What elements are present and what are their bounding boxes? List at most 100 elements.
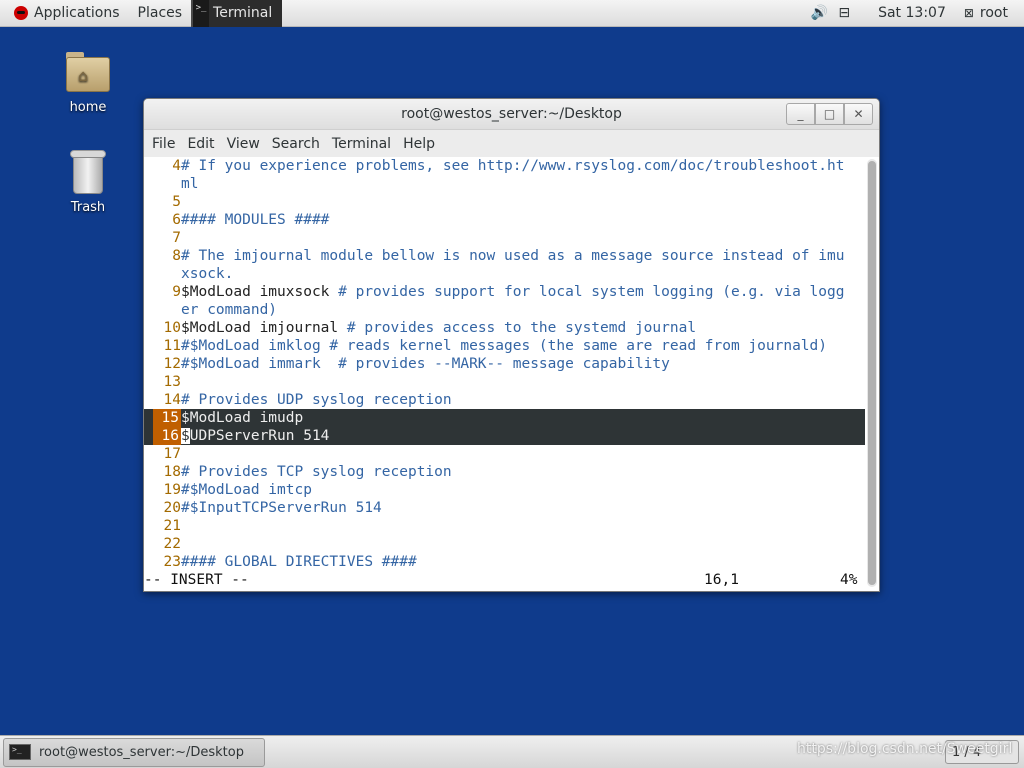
editor-line: 4 # If you experience problems, see http:…	[144, 157, 865, 175]
cursor-line-rest: UDPServerRun 514	[189, 428, 330, 444]
clock-label: Sat 13:07	[878, 5, 946, 21]
editor-line: 23 #### GLOBAL DIRECTIVES ####	[144, 553, 865, 571]
line-number: 9	[172, 284, 181, 300]
menu-view[interactable]: View	[221, 136, 266, 152]
line-text: $ModLoad imjournal # provides access to …	[181, 319, 696, 337]
line-number: 14	[163, 392, 181, 408]
redhat-logo-icon	[14, 6, 28, 20]
taskbar-terminal-button[interactable]: >_ root@westos_server:~/Desktop	[3, 737, 265, 767]
line-text: # Provides TCP syslog reception	[181, 464, 452, 480]
places-menu[interactable]: Places	[129, 0, 192, 27]
terminal-icon: >_	[191, 0, 210, 27]
taskbar-window-label: root@westos_server:~/Desktop	[39, 744, 244, 760]
line-text: # The imjournal module bellow is now use…	[181, 248, 845, 264]
line-number: 12	[163, 356, 181, 372]
menu-edit[interactable]: Edit	[181, 136, 220, 152]
line-number: 22	[163, 536, 181, 552]
line-text: # If you experience problems, see http:/…	[181, 158, 845, 174]
vim-scroll-percent: 4%	[840, 572, 858, 588]
volume-icon: 🔊	[810, 5, 829, 21]
minimize-button[interactable]: _	[786, 103, 815, 125]
network-icon: ⊟	[838, 5, 851, 21]
maximize-button[interactable]: □	[815, 103, 844, 125]
editor-line: 12 #$ModLoad immark # provides --MARK-- m…	[144, 355, 865, 373]
line-number: 4	[172, 158, 181, 174]
line-number: 17	[163, 446, 181, 462]
terminal-scrollbar[interactable]	[867, 159, 877, 587]
status-menu[interactable]: 🔊 ⊟	[802, 0, 869, 27]
line-text: xsock.	[181, 266, 234, 282]
editor-line: xsock.	[144, 265, 865, 283]
comment-segment: # provides support for local system logg…	[338, 284, 845, 300]
user-menu[interactable]: ⊠ root	[955, 0, 1024, 27]
close-button[interactable]: ✕	[844, 103, 873, 125]
window-titlebar[interactable]: root@westos_server:~/Desktop _ □ ✕	[144, 99, 879, 130]
line-number: 20	[163, 500, 181, 516]
home-folder-icon: ⌂	[66, 52, 110, 92]
editor-line: 7	[144, 229, 865, 247]
applications-menu[interactable]: Applications	[0, 0, 129, 27]
terminal-window: root@westos_server:~/Desktop _ □ ✕ File …	[143, 98, 880, 592]
line-text: #$ModLoad imtcp	[181, 482, 312, 498]
menu-help[interactable]: Help	[397, 136, 441, 152]
line-text: $ModLoad imuxsock # provides support for…	[181, 283, 844, 301]
menu-search[interactable]: Search	[266, 136, 326, 152]
line-number: 7	[172, 230, 181, 246]
code-segment: $ModLoad imuxsock	[181, 284, 339, 300]
editor-line: 8 # The imjournal module bellow is now us…	[144, 247, 865, 265]
vim-statusline: -- INSERT -- 16,1 4%	[144, 571, 865, 589]
line-number: 13	[163, 374, 181, 390]
line-text: er command)	[181, 302, 278, 318]
line-text: #$InputTCPServerRun 514	[181, 500, 382, 516]
menu-terminal[interactable]: Terminal	[326, 136, 397, 152]
text-cursor: $	[181, 428, 190, 444]
code-segment: $ModLoad imjournal	[181, 320, 347, 336]
line-text: #$ModLoad immark # provides --MARK-- mes…	[181, 356, 670, 372]
terminal-icon: >_	[9, 744, 31, 760]
desktop-trash-icon[interactable]: Trash	[50, 150, 126, 215]
editor-line: 10 $ModLoad imjournal # provides access t…	[144, 319, 865, 337]
comment-segment: # provides access to the systemd journal	[346, 320, 697, 336]
menu-file[interactable]: File	[146, 136, 181, 152]
active-app-label: Terminal	[213, 5, 273, 21]
window-title: root@westos_server:~/Desktop	[401, 106, 622, 122]
clock[interactable]: Sat 13:07	[869, 0, 955, 27]
line-number: 6	[172, 212, 181, 228]
home-label: home	[69, 100, 107, 115]
editor-line: 20 #$InputTCPServerRun 514	[144, 499, 865, 517]
line-text: #### MODULES ####	[181, 212, 330, 228]
editor-line: er command)	[144, 301, 865, 319]
desktop-home-icon[interactable]: ⌂ home	[50, 52, 126, 115]
line-number: 10	[163, 320, 181, 336]
editor-line: 5	[144, 193, 865, 211]
editor-line: 18 # Provides TCP syslog reception	[144, 463, 865, 481]
line-number: 23	[163, 554, 181, 570]
user-icon: ⊠	[963, 6, 974, 20]
applications-label: Applications	[34, 5, 120, 21]
places-label: Places	[137, 5, 183, 21]
line-number: 8	[172, 248, 181, 264]
editor-line: 22	[144, 535, 865, 553]
top-panel: Applications Places >_ Terminal 🔊 ⊟ Sat …	[0, 0, 1024, 27]
line-text: #$ModLoad imklog # reads kernel messages…	[181, 338, 828, 354]
editor-line: 6 #### MODULES ####	[144, 211, 865, 229]
line-number: 5	[172, 194, 181, 210]
line-number: 16	[153, 427, 181, 445]
line-number: 19	[163, 482, 181, 498]
editor-line: 13	[144, 373, 865, 391]
line-number: 15	[153, 409, 181, 427]
editor-line: 9 $ModLoad imuxsock # provides support fo…	[144, 283, 865, 301]
active-app-menu[interactable]: >_ Terminal	[191, 0, 283, 27]
vim-mode: -- INSERT --	[144, 572, 249, 588]
editor-line: 17	[144, 445, 865, 463]
terminal-text-area[interactable]: 4 # If you experience problems, see http:…	[144, 157, 879, 591]
editor-line: 15 $ModLoad imudp	[144, 409, 865, 427]
vim-cursor-position: 16,1	[704, 572, 739, 588]
scrollbar-thumb[interactable]	[868, 161, 876, 585]
line-text: $UDPServerRun 514	[181, 427, 329, 445]
editor-line: 21	[144, 517, 865, 535]
trash-can-icon	[70, 150, 106, 194]
menubar: File Edit View Search Terminal Help	[144, 130, 879, 157]
editor-line: ml	[144, 175, 865, 193]
line-number: 11	[163, 338, 181, 354]
